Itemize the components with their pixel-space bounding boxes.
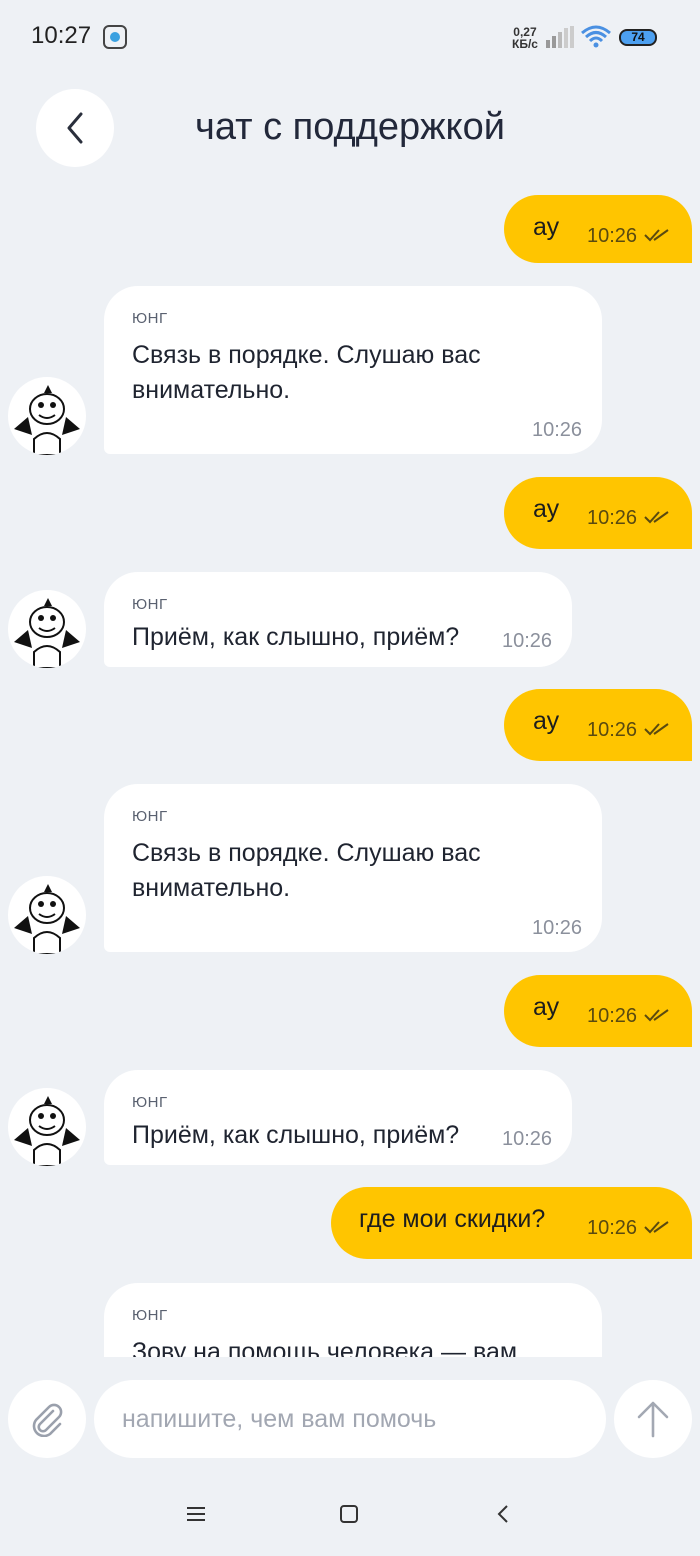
sender-name: ЮНГ: [132, 1307, 168, 1324]
message-time: 10:26: [587, 719, 638, 741]
notification-app-icon: [103, 25, 127, 49]
network-speed: 0,27 КБ/с: [512, 26, 538, 50]
menu-icon: [187, 1507, 205, 1521]
message-text: Связь в порядке. Слушаю вас внимательно.: [132, 839, 481, 902]
nav-back-button[interactable]: [483, 1498, 523, 1530]
outgoing-message: ау 10:26: [504, 689, 692, 761]
triangle-back-icon: [497, 1505, 508, 1523]
message-text: Приём, как слышно, приём?: [132, 623, 460, 651]
double-check-icon: [644, 511, 669, 524]
message-text: Зову на помощь человека — вам: [132, 1338, 518, 1357]
square-icon: [340, 1505, 358, 1523]
dragon-mascot-icon: [14, 385, 80, 455]
page-title: чат с поддержкой: [195, 106, 505, 148]
message-input[interactable]: [94, 1380, 606, 1458]
incoming-message: ЮНГ Связь в порядке. Слушаю вас внимател…: [104, 784, 602, 952]
bot-avatar: [8, 876, 86, 954]
network-speed-unit: КБ/с: [512, 37, 538, 51]
incoming-message: ЮНГ Зову на помощь человека — вам: [104, 1283, 602, 1357]
attach-button[interactable]: [8, 1380, 86, 1458]
signal-icon: [546, 26, 574, 48]
send-button[interactable]: [614, 1380, 692, 1458]
dragon-mascot-icon: [14, 884, 80, 954]
double-check-icon: [644, 1221, 669, 1234]
bot-avatar: [8, 590, 86, 668]
nav-home-button[interactable]: [329, 1498, 369, 1530]
battery-indicator: 74: [619, 29, 657, 46]
sender-name: ЮНГ: [132, 1094, 168, 1111]
message-time: 10:26: [587, 1217, 638, 1239]
dragon-mascot-icon: [14, 1096, 80, 1166]
arrow-up-icon: [637, 1401, 669, 1438]
double-check-icon: [644, 723, 669, 736]
incoming-message: ЮНГ Связь в порядке. Слушаю вас внимател…: [104, 286, 602, 454]
chat-history[interactable]: ау 10:26 ЮНГ Связь в порядке. Слушаю вас…: [0, 195, 700, 1357]
outgoing-message: ау 10:26: [504, 195, 692, 263]
message-text: ау: [533, 993, 560, 1021]
system-nav-bar: [0, 1480, 700, 1556]
message-text: ау: [533, 707, 560, 735]
message-time: 10:26: [587, 225, 638, 247]
double-check-icon: [644, 1009, 669, 1022]
outgoing-message: ау 10:26: [504, 975, 692, 1047]
double-check-icon: [644, 229, 669, 242]
message-time: 10:26: [532, 419, 583, 441]
sender-name: ЮНГ: [132, 310, 168, 327]
wifi-icon: [581, 25, 611, 48]
message-text: Связь в порядке. Слушаю вас внимательно.: [132, 341, 481, 404]
status-bar: 10:27 0,27 КБ/с 74: [0, 0, 700, 76]
bot-avatar: [8, 1088, 86, 1166]
outgoing-message: где мои скидки? 10:26: [331, 1187, 692, 1259]
incoming-message: ЮНГ Приём, как слышно, приём? 10:26: [104, 572, 572, 667]
message-time: 10:26: [587, 507, 638, 529]
message-time: 10:26: [532, 917, 583, 939]
message-text: ау: [533, 213, 560, 241]
paperclip-icon: [32, 1403, 63, 1437]
sender-name: ЮНГ: [132, 808, 168, 825]
message-time: 10:26: [502, 1128, 553, 1150]
status-time: 10:27: [31, 22, 92, 49]
message-time: 10:26: [502, 630, 553, 652]
nav-menu-button[interactable]: [176, 1498, 216, 1530]
dragon-mascot-icon: [14, 598, 80, 668]
message-text: Приём, как слышно, приём?: [132, 1121, 460, 1149]
message-text: ау: [533, 495, 560, 523]
bot-avatar: [8, 377, 86, 455]
outgoing-message: ау 10:26: [504, 477, 692, 549]
sender-name: ЮНГ: [132, 596, 168, 613]
message-text: где мои скидки?: [359, 1205, 546, 1233]
message-time: 10:26: [587, 1005, 638, 1027]
incoming-message: ЮНГ Приём, как слышно, приём? 10:26: [104, 1070, 572, 1165]
